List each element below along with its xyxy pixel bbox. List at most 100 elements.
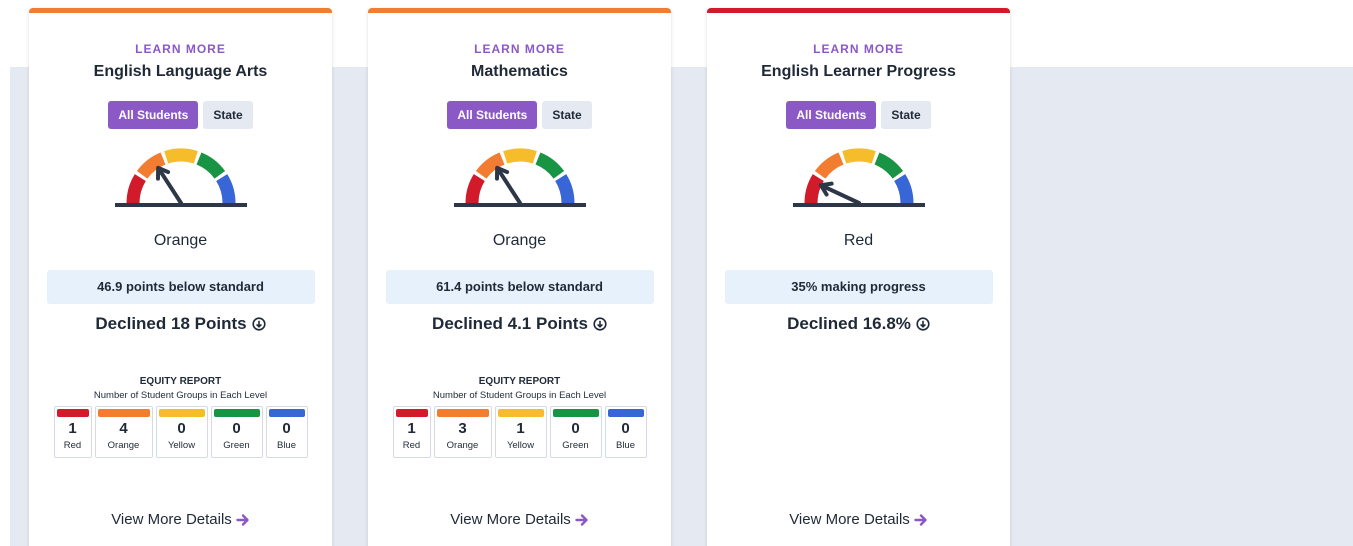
equity-levels: 1 Red 3 Orange 1 Yellow 0 Green 0 Blue [392,406,647,458]
indicator-card: LEARN MORE Mathematics All Students Stat… [368,8,671,546]
equity-report-subtitle: Number of Student Groups in Each Level [432,390,607,401]
equity-level-yellow: 1 Yellow [494,406,547,458]
level-swatch [497,409,544,417]
learn-more-link[interactable]: LEARN MORE [135,42,226,56]
level-count: 0 [282,420,291,437]
level-name: Red [63,440,82,451]
level-name: Yellow [506,440,535,451]
level-swatch [436,409,489,417]
performance-gauge-icon [114,148,247,207]
level-count: 0 [177,420,186,437]
level-swatch [268,409,305,417]
state-button[interactable]: State [881,101,931,129]
change-text: Declined 4.1 Points [432,314,588,333]
gauge-needle [155,165,183,205]
level-count: 1 [68,420,77,437]
declined-arrow-circle-icon [251,317,266,331]
all-students-button[interactable]: All Students [786,101,877,129]
card-status-bar [29,8,332,13]
equity-report-title: EQUITY REPORT [139,376,222,387]
indicator-card: LEARN MORE English Language Arts All Stu… [29,8,332,546]
change-text: Declined 16.8% [787,314,911,333]
level-swatch [395,409,428,417]
declined-arrow-circle-icon [593,317,607,331]
level-swatch [56,409,89,417]
student-group-toggle: All Students State [447,101,592,129]
level-swatch [552,409,599,417]
view-more-details-link[interactable]: View More Details [29,511,332,528]
learn-more-link[interactable]: LEARN MORE [474,42,565,56]
arrow-right-icon [575,514,588,526]
view-more-details-label: View More Details [450,511,571,528]
equity-level-blue: 0 Blue [604,406,647,458]
level-count: 3 [458,420,467,437]
card-status-bar [368,8,671,13]
status-box: 46.9 points below standard [46,270,315,304]
card-status-bar [707,8,1010,13]
level-name: Orange [446,440,479,451]
level-name: Green [562,440,589,451]
equity-report: EQUITY REPORT Number of Student Groups i… [392,376,647,458]
equity-level-orange: 3 Orange [433,406,492,458]
level-name: Blue [615,440,635,451]
all-students-button[interactable]: All Students [108,101,199,129]
equity-report-title: EQUITY REPORT [478,376,561,387]
status-box: 61.4 points below standard [385,270,654,304]
level-count: 0 [232,420,241,437]
all-students-button[interactable]: All Students [447,101,538,129]
change-text: Declined 18 Points [95,314,247,333]
level-swatch [213,409,260,417]
indicator-title: English Language Arts [93,63,268,80]
level-count: 0 [571,420,580,437]
level-name: Green [223,440,250,451]
performance-color-label: Red [843,232,874,249]
state-button[interactable]: State [542,101,592,129]
level-name: Red [402,440,421,451]
equity-levels: 1 Red 4 Orange 0 Yellow 0 Green 0 Blue [53,406,308,458]
level-count: 4 [119,420,128,437]
level-swatch [97,409,150,417]
level-count: 1 [516,420,525,437]
indicator-card: LEARN MORE English Learner Progress All … [707,8,1010,546]
arrow-right-icon [236,514,249,526]
level-swatch [607,409,644,417]
level-count: 0 [621,420,630,437]
performance-color-label: Orange [153,232,208,249]
performance-gauge-icon [453,148,586,207]
learn-more-link[interactable]: LEARN MORE [813,42,904,56]
equity-level-yellow: 0 Yellow [155,406,208,458]
equity-level-orange: 4 Orange [94,406,153,458]
change-indicator: Declined 18 Points [95,314,266,334]
view-more-details-label: View More Details [789,511,910,528]
state-button[interactable]: State [203,101,253,129]
equity-report-subtitle: Number of Student Groups in Each Level [93,390,268,401]
indicator-title: English Learner Progress [761,63,956,80]
declined-arrow-circle-icon [916,317,930,331]
equity-level-green: 0 Green [210,406,263,458]
arrow-right-icon [914,514,927,526]
level-name: Blue [276,440,296,451]
gauge-needle [494,165,522,205]
student-group-toggle: All Students State [786,101,931,129]
status-box: 35% making progress [724,270,993,304]
equity-level-green: 0 Green [549,406,602,458]
indicator-title: Mathematics [471,63,568,80]
equity-level-red: 1 Red [53,406,92,458]
gauge-needle [818,181,861,205]
equity-report: EQUITY REPORT Number of Student Groups i… [53,376,308,458]
equity-level-red: 1 Red [392,406,431,458]
level-name: Orange [107,440,140,451]
view-more-details-link[interactable]: View More Details [368,511,671,528]
level-name: Yellow [167,440,196,451]
student-group-toggle: All Students State [108,101,253,129]
equity-level-blue: 0 Blue [265,406,308,458]
dashboard-page: LEARN MORE English Language Arts All Stu… [0,0,1353,546]
performance-gauge-icon [792,148,925,207]
level-count: 1 [407,420,416,437]
view-more-details-link[interactable]: View More Details [707,511,1010,528]
change-indicator: Declined 4.1 Points [432,314,607,334]
level-swatch [158,409,205,417]
view-more-details-label: View More Details [111,511,232,528]
performance-color-label: Orange [492,232,547,249]
change-indicator: Declined 16.8% [787,314,930,334]
